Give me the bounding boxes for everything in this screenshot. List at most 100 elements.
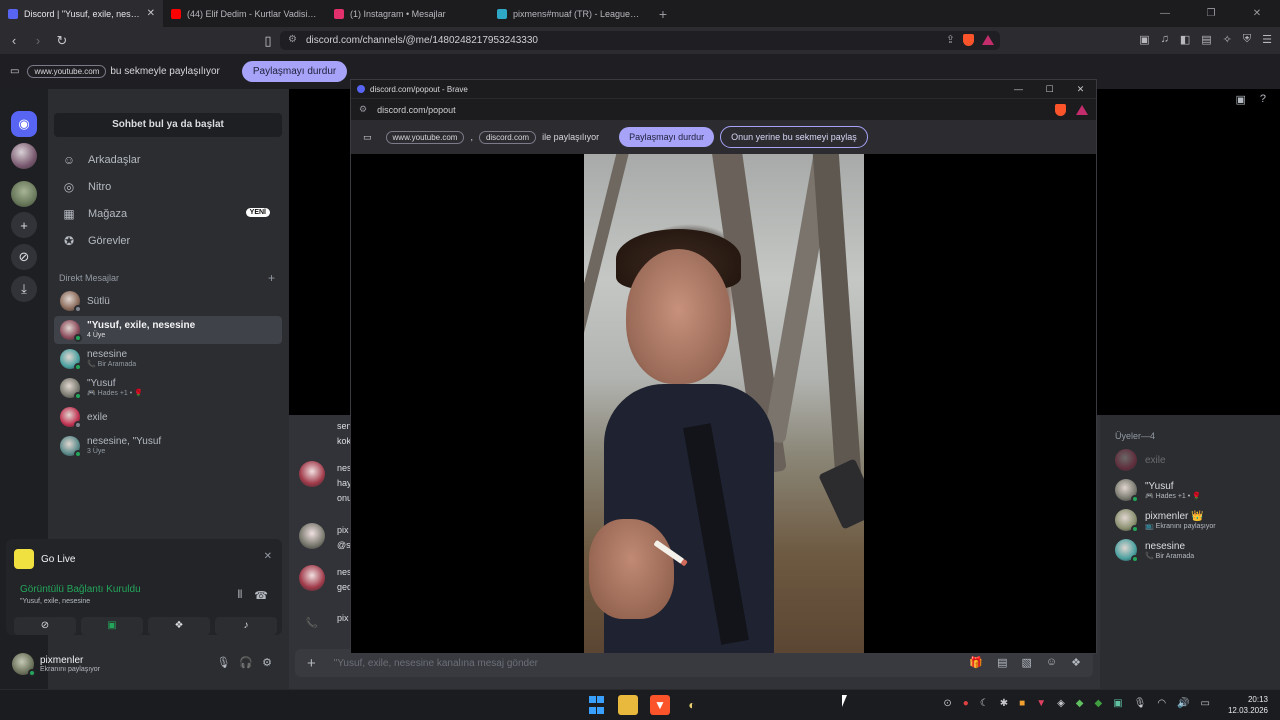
- nav-item-shop[interactable]: ▦ Mağaza YENİ: [54, 201, 282, 227]
- dm-list-item[interactable]: exile: [54, 403, 282, 431]
- close-icon[interactable]: ✕: [1234, 0, 1280, 27]
- share-this-tab-button[interactable]: Onun yerine bu sekmeyi paylaş: [720, 126, 868, 148]
- nav-item-nitro[interactable]: ◎ Nitro: [54, 174, 282, 200]
- tray-icon[interactable]: ▼: [1036, 698, 1046, 709]
- avatar[interactable]: [12, 653, 36, 677]
- disconnect-icon[interactable]: ☎: [254, 589, 268, 602]
- brave-shield-icon[interactable]: [963, 33, 974, 46]
- dm-list-item[interactable]: nesesine 📞 Bir Aramada: [54, 345, 282, 373]
- dm-list-item[interactable]: "Yusuf 🎮 Hades +1 • 🌹: [54, 374, 282, 402]
- server-avatar[interactable]: [11, 181, 37, 207]
- start-icon[interactable]: [586, 695, 606, 715]
- activity-button[interactable]: ❖: [148, 617, 210, 635]
- dm-list-item[interactable]: Sütlü: [54, 287, 282, 315]
- sticker-icon[interactable]: ▧: [1021, 656, 1031, 669]
- leo-icon[interactable]: ✧: [1223, 33, 1232, 46]
- battery-icon[interactable]: ▭: [1201, 698, 1210, 709]
- member-item[interactable]: "Yusuf 🎮 Hades +1 • 🌹: [1115, 479, 1201, 503]
- stop-sharing-button[interactable]: Paylaşmayı durdur: [619, 127, 715, 147]
- gif-icon[interactable]: ▤: [997, 656, 1007, 669]
- file-explorer-icon[interactable]: [618, 695, 638, 715]
- maximize-icon[interactable]: ☐: [1034, 80, 1065, 98]
- inbox-icon[interactable]: ▣: [1235, 93, 1245, 106]
- minimize-icon[interactable]: —: [1142, 0, 1188, 27]
- dm-list-item[interactable]: nesesine, "Yusuf 3 Üye: [54, 432, 282, 460]
- gift-icon[interactable]: 🎁: [969, 656, 983, 669]
- close-go-live-icon[interactable]: ✕: [264, 551, 272, 562]
- brave-rewards-icon[interactable]: [982, 34, 994, 45]
- member-item[interactable]: pixmenler 👑 📺 Ekranını paylaşıyor: [1115, 509, 1216, 533]
- brave-rewards-icon[interactable]: [1076, 105, 1088, 115]
- tray-icon[interactable]: ☾: [980, 698, 989, 709]
- tray-icon[interactable]: ▣: [1113, 698, 1122, 709]
- avatar[interactable]: [299, 419, 325, 445]
- browser-tab[interactable]: Discord | "Yusuf, exile, nesesine ✕: [0, 0, 163, 27]
- site-settings-icon[interactable]: ⚙: [359, 104, 367, 115]
- download-icon[interactable]: ⤓: [11, 276, 37, 302]
- close-tab-icon[interactable]: ✕: [147, 8, 155, 19]
- menu-icon[interactable]: ☰: [1262, 33, 1272, 46]
- discord-home-icon[interactable]: ◉: [11, 111, 37, 137]
- tray-icon[interactable]: ◆: [1095, 698, 1103, 709]
- dm-list-item[interactable]: "Yusuf, exile, nesesine 4 Üye: [54, 316, 282, 344]
- new-dm-icon[interactable]: +: [268, 271, 275, 285]
- taskbar-app-icon[interactable]: ◐: [682, 695, 702, 715]
- forward-icon[interactable]: ›: [28, 33, 48, 48]
- find-conversation-button[interactable]: Sohbet bul ya da başlat: [54, 113, 282, 137]
- address-bar[interactable]: ⚙ discord.com/channels/@me/1480248217953…: [280, 31, 1000, 50]
- nav-item-quests[interactable]: ✪ Görevler: [54, 228, 282, 254]
- help-icon[interactable]: ?: [1260, 93, 1266, 106]
- volume-icon[interactable]: 🔊: [1177, 698, 1189, 709]
- add-server-icon[interactable]: +: [11, 212, 37, 238]
- avatar[interactable]: 📞: [299, 611, 325, 637]
- vpn-icon[interactable]: ⛨: [1243, 33, 1251, 46]
- site-settings-icon[interactable]: ⚙: [288, 34, 297, 45]
- discover-icon[interactable]: ⊘: [11, 244, 37, 270]
- browser-tab[interactable]: (1) Instagram • Mesajlar: [326, 0, 489, 27]
- tray-icon[interactable]: ■: [1019, 698, 1025, 709]
- attach-icon[interactable]: +: [307, 655, 316, 672]
- settings-icon[interactable]: ⚙: [262, 656, 272, 669]
- tray-icon[interactable]: ◆: [1076, 698, 1084, 709]
- new-tab-icon[interactable]: +: [652, 6, 674, 22]
- browser-tab[interactable]: (44) Elif Dedim - Kurtlar Vadisi - Y: [163, 0, 326, 27]
- stop-sharing-button[interactable]: Paylaşmayı durdur: [241, 61, 348, 82]
- member-item[interactable]: exile: [1115, 449, 1166, 471]
- microphone-icon[interactable]: 🎙: [216, 656, 230, 669]
- camera-off-button[interactable]: ⊘: [14, 617, 76, 635]
- server-avatar[interactable]: [11, 143, 37, 169]
- screen-share-button[interactable]: ▣: [81, 617, 143, 635]
- emoji-icon[interactable]: ☺: [1046, 656, 1057, 669]
- tray-icon[interactable]: ⊙: [943, 698, 951, 709]
- wallet-icon[interactable]: ▤: [1201, 33, 1211, 46]
- soundboard-button[interactable]: ♪: [215, 617, 277, 635]
- sidebar-toggle-icon[interactable]: ▣: [1139, 33, 1149, 46]
- avatar[interactable]: [299, 461, 325, 487]
- avatar[interactable]: [299, 523, 325, 549]
- noise-suppression-icon[interactable]: ⦀: [237, 589, 242, 602]
- tray-icon[interactable]: 🎙: [1134, 698, 1147, 709]
- brave-browser-icon[interactable]: ▼: [650, 695, 670, 715]
- share-text: ile paylaşılıyor: [542, 132, 600, 142]
- clock[interactable]: 20:13 12.03.2026: [1228, 694, 1268, 716]
- tray-icon[interactable]: ✱: [1000, 698, 1008, 709]
- reload-icon[interactable]: ↻: [52, 33, 72, 49]
- music-icon[interactable]: ♫: [1161, 33, 1169, 46]
- share-icon[interactable]: ⇪: [946, 33, 955, 46]
- restore-icon[interactable]: ❐: [1188, 0, 1234, 27]
- tray-icon[interactable]: ●: [963, 698, 969, 709]
- brave-shield-icon[interactable]: [1055, 104, 1066, 116]
- apps-icon[interactable]: ❖: [1071, 656, 1081, 669]
- close-icon[interactable]: ✕: [1065, 80, 1096, 98]
- headphones-icon[interactable]: 🎧: [239, 656, 253, 669]
- minimize-icon[interactable]: —: [1003, 80, 1034, 98]
- avatar[interactable]: [299, 565, 325, 591]
- nav-item-friends[interactable]: ☺ Arkadaşlar: [54, 147, 282, 173]
- wifi-icon[interactable]: ◠: [1157, 698, 1166, 709]
- bookmark-icon[interactable]: ▯: [258, 33, 278, 49]
- tray-icon[interactable]: ◈: [1057, 698, 1065, 709]
- sidebar-icon[interactable]: ◧: [1180, 33, 1190, 46]
- browser-tab[interactable]: pixmens#muaf (TR) - LeagueOfGraph: [489, 0, 652, 27]
- back-icon[interactable]: ‹: [4, 33, 24, 48]
- member-item[interactable]: nesesine 📞 Bir Aramada: [1115, 539, 1194, 563]
